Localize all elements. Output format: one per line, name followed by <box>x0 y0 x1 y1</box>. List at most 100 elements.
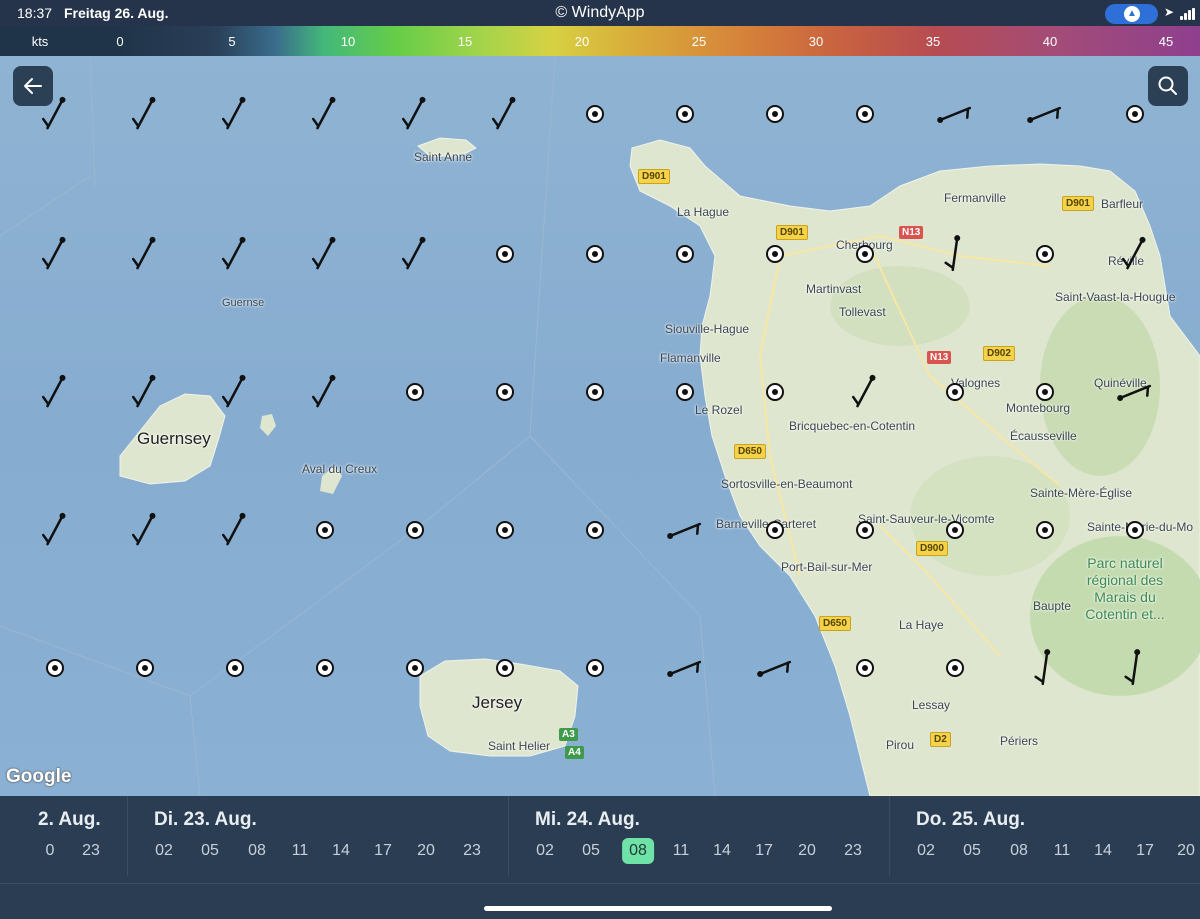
hour-option[interactable]: 20 <box>798 842 816 860</box>
calm-wind-icon <box>676 245 694 263</box>
legend-tick: 0 <box>116 34 124 49</box>
hour-option[interactable]: 02 <box>917 842 935 860</box>
windy-app: 18:37 Freitag 26. Aug. © WindyApp ▲ ➤ kt… <box>0 0 1200 919</box>
arrow-left-icon <box>24 78 42 94</box>
day-label: Do. 25. Aug. <box>916 809 1026 830</box>
hour-option[interactable]: 14 <box>1094 842 1112 860</box>
calm-wind-icon <box>46 659 64 677</box>
search-button[interactable] <box>1148 66 1188 106</box>
hour-option[interactable]: 11 <box>673 842 690 860</box>
wind-barb-icon <box>131 512 156 546</box>
legend-tick: 45 <box>1158 34 1174 49</box>
hour-option[interactable]: 05 <box>582 842 600 860</box>
hour-option[interactable]: 05 <box>201 842 219 860</box>
hour-option[interactable]: 17 <box>755 842 773 860</box>
wind-barb-icon <box>1124 649 1141 686</box>
calm-wind-icon <box>946 383 964 401</box>
time-selector[interactable]: 2. Aug. 0 23 Di. 23. Aug. 02 05 08 11 14… <box>0 796 1200 919</box>
wind-barb-icon <box>667 522 702 539</box>
legend-tick: 40 <box>1042 34 1058 49</box>
legend-unit: kts <box>31 34 49 49</box>
hour-option[interactable]: 14 <box>332 842 350 860</box>
calm-wind-icon <box>406 521 424 539</box>
status-bar: 18:37 Freitag 26. Aug. © WindyApp ▲ ➤ <box>0 0 1200 26</box>
wind-barb-icon <box>1034 649 1051 686</box>
calm-wind-icon <box>586 245 604 263</box>
hour-option[interactable]: 23 <box>82 842 100 860</box>
hour-option[interactable]: 05 <box>963 842 981 860</box>
calm-wind-icon <box>496 245 514 263</box>
wind-barb-icon <box>667 660 702 677</box>
calm-wind-icon <box>676 105 694 123</box>
day-divider <box>127 796 128 876</box>
wind-barb-icon <box>401 96 426 130</box>
day-label: Di. 23. Aug. <box>154 809 257 830</box>
legend-tick: 20 <box>574 34 590 49</box>
day-label: Mi. 24. Aug. <box>535 809 640 830</box>
navigation-pill[interactable]: ▲ <box>1105 4 1158 24</box>
hour-option[interactable]: 11 <box>1054 842 1071 860</box>
wind-barb-icon <box>937 106 972 123</box>
hour-option[interactable]: 0 <box>46 842 55 860</box>
hour-option[interactable]: 08 <box>248 842 266 860</box>
calm-wind-icon <box>226 659 244 677</box>
home-indicator[interactable] <box>484 906 832 911</box>
wind-barb-icon <box>131 374 156 408</box>
wind-barb-icon <box>491 96 516 130</box>
calm-wind-icon <box>406 659 424 677</box>
calm-wind-icon <box>856 521 874 539</box>
hour-option[interactable]: 20 <box>417 842 435 860</box>
wind-barb-icon <box>221 96 246 130</box>
wind-barb-icon <box>401 236 426 270</box>
hour-option[interactable]: 17 <box>374 842 392 860</box>
wind-barb-icon <box>131 236 156 270</box>
calm-wind-icon <box>766 105 784 123</box>
wind-map[interactable]: Saint Anne Guernse Guernsey Aval du Creu… <box>0 56 1200 796</box>
day-divider <box>508 796 509 876</box>
hour-option[interactable]: 23 <box>844 842 862 860</box>
calm-wind-icon <box>1036 245 1054 263</box>
wind-barb-icon <box>311 236 336 270</box>
wind-barb-icon <box>1121 236 1146 270</box>
legend-tick: 35 <box>925 34 941 49</box>
hour-option[interactable]: 17 <box>1136 842 1154 860</box>
calm-wind-icon <box>496 383 514 401</box>
calm-wind-icon <box>586 659 604 677</box>
calm-wind-icon <box>136 659 154 677</box>
wind-barb-icon <box>221 374 246 408</box>
hour-option[interactable]: 02 <box>155 842 173 860</box>
calm-wind-icon <box>1126 105 1144 123</box>
wind-barb-icon <box>221 236 246 270</box>
wind-barb-icon <box>311 374 336 408</box>
hour-option[interactable]: 02 <box>536 842 554 860</box>
calm-wind-icon <box>766 245 784 263</box>
wind-speed-legend: kts 0 5 10 15 20 25 30 35 40 45 <box>0 26 1200 56</box>
wind-barb-icon <box>41 512 66 546</box>
wind-barb-icon <box>131 96 156 130</box>
hour-option-selected[interactable]: 08 <box>622 838 654 864</box>
google-logo: Google <box>6 766 72 787</box>
calm-wind-icon <box>316 659 334 677</box>
wind-barb-icon <box>41 374 66 408</box>
wind-barb-icon <box>851 374 876 408</box>
hour-option[interactable]: 11 <box>292 842 309 860</box>
calm-wind-icon <box>496 521 514 539</box>
hour-option[interactable]: 08 <box>1010 842 1028 860</box>
calm-wind-icon <box>766 383 784 401</box>
calm-wind-icon <box>586 521 604 539</box>
calm-wind-icon <box>1126 521 1144 539</box>
hour-option[interactable]: 14 <box>713 842 731 860</box>
signal-icon <box>1180 8 1196 20</box>
wind-barb-icon <box>757 660 792 677</box>
wind-barb-icon <box>944 235 961 272</box>
location-arrow-icon: ➤ <box>1164 5 1175 19</box>
calm-wind-icon <box>946 659 964 677</box>
calm-wind-icon <box>946 521 964 539</box>
hour-option[interactable]: 20 <box>1177 842 1195 860</box>
calm-wind-icon <box>856 105 874 123</box>
hour-option[interactable]: 23 <box>463 842 481 860</box>
back-button[interactable] <box>13 66 53 106</box>
wind-barb-icon <box>1117 384 1152 401</box>
timeline-divider <box>0 883 1200 884</box>
app-title: © WindyApp <box>555 4 645 21</box>
